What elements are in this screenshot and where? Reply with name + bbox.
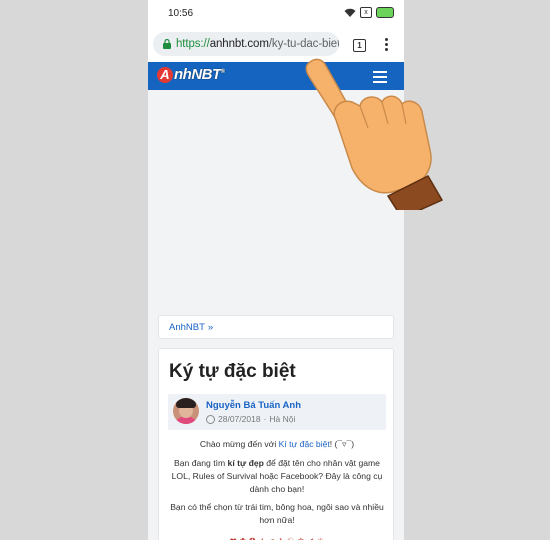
status-bar: 10:56 x xyxy=(148,0,404,28)
author-box: Nguyễn Bá Tuấn Anh 28/07/2018 · Hà Nội xyxy=(168,394,386,430)
logo-text: nhNBT® xyxy=(174,66,225,83)
intro-paragraph: Chào mừng đến với Kí tự đặc biệt! (¯▿¯) xyxy=(199,439,355,449)
description-paragraph: Bạn đang tìm kí tự đẹp để đặt tên cho nh… xyxy=(171,458,383,494)
breadcrumb: AnhNBT» xyxy=(158,315,394,339)
logo-mark: A xyxy=(157,66,173,83)
special-chars-link[interactable]: Kí tự đặc biệt xyxy=(279,439,330,449)
site-logo[interactable]: A nhNBT® xyxy=(157,66,225,83)
clock-icon xyxy=(206,414,215,424)
symbols-row: ❤ ✿ ✪ ★ ♫ ✈ ☯ ♚ ✔ ☀ xyxy=(167,535,387,540)
pointing-hand-icon xyxy=(305,58,444,210)
wifi-icon xyxy=(344,8,356,17)
status-icons: x xyxy=(344,7,394,18)
url-text: https://anhnbt.com/ky-tu-dac-biet xyxy=(176,38,339,50)
post-date: 28/07/2018 xyxy=(218,414,261,424)
article-title: Ký tự đặc biệt xyxy=(169,361,296,382)
breadcrumb-separator: » xyxy=(207,322,214,333)
url-path: /ky-tu-dac-biet xyxy=(268,38,339,50)
url-scheme: https:// xyxy=(176,38,210,50)
choices-paragraph: Bạn có thể chọn từ trái tim, bông hoa, n… xyxy=(170,502,384,525)
article-card: Ký tự đặc biệt Nguyễn Bá Tuấn Anh 28/07/… xyxy=(158,348,394,540)
status-time: 10:56 xyxy=(168,8,194,19)
notification-icon: x xyxy=(360,7,372,18)
author-name-link[interactable]: Nguyễn Bá Tuấn Anh xyxy=(206,400,301,411)
url-host: anhnbt.com xyxy=(209,38,269,50)
lock-icon xyxy=(163,39,171,49)
author-avatar xyxy=(173,398,199,424)
breadcrumb-home-link[interactable]: AnhNBT xyxy=(169,322,205,333)
battery-icon xyxy=(376,7,394,18)
author-meta: 28/07/2018 · Hà Nội xyxy=(206,414,295,424)
post-location: Hà Nội xyxy=(269,414,296,424)
